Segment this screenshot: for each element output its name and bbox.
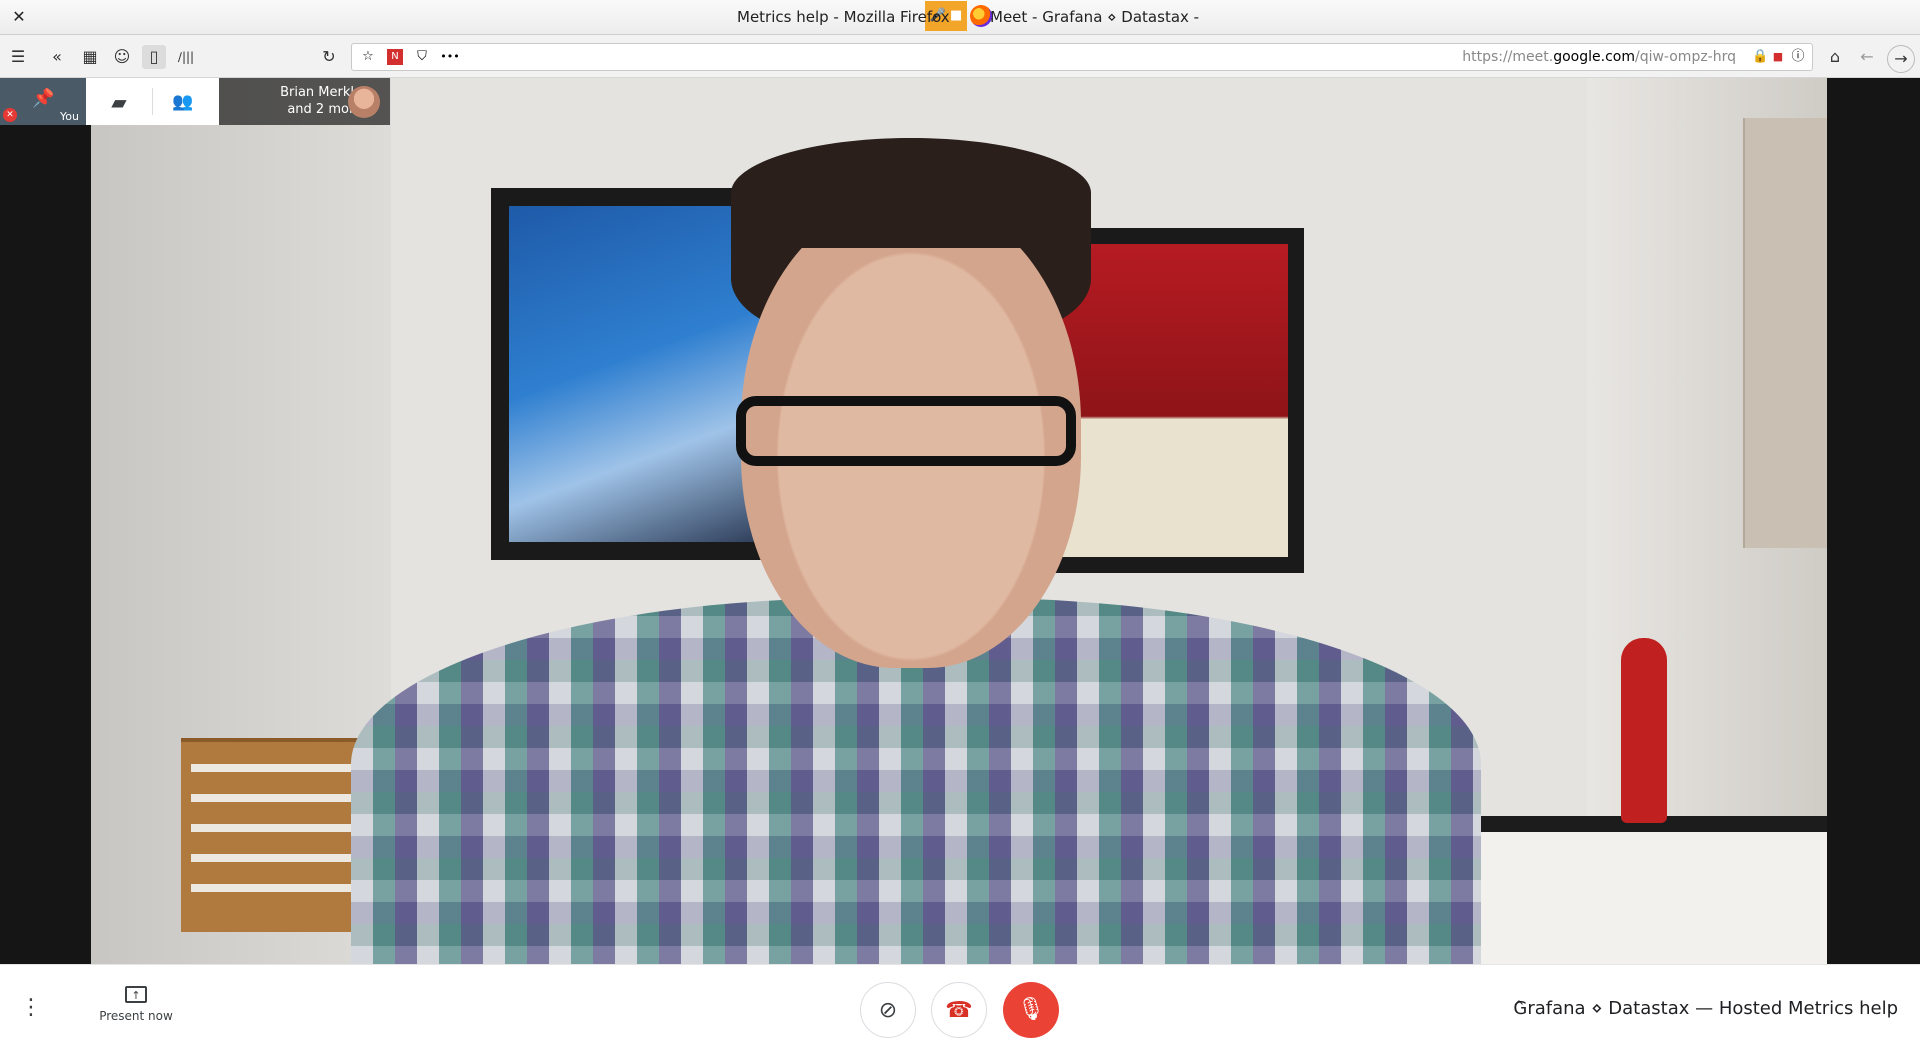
video-cabinet <box>1743 118 1827 548</box>
self-video-tile[interactable]: 📌 You ✕ <box>0 78 86 125</box>
video-fire-extinguisher <box>1621 638 1667 823</box>
panel-divider <box>152 88 153 115</box>
extension-face-icon[interactable]: ☺ <box>110 45 134 69</box>
window-titlebar: ✕ Meet - Grafana ⋄ Datastax - 🎤 ■ Metric… <box>0 0 1920 35</box>
pin-icon[interactable]: 📌 <box>32 88 54 109</box>
people-icon[interactable]: 👥 <box>169 88 197 116</box>
self-muted-icon: ✕ <box>3 108 17 122</box>
video-stage <box>0 78 1920 964</box>
url-scheme: https:// <box>1462 49 1513 65</box>
participant-primary: Brian Merkle <box>280 85 362 100</box>
url-text[interactable]: https://meet.google.com/qiw-ompz-hrq <box>1462 49 1736 65</box>
present-screen-icon: ↑ <box>125 986 147 1003</box>
pocket-icon[interactable]: ⛉ <box>414 49 430 65</box>
site-info-icon[interactable]: ⓘ <box>1790 49 1806 65</box>
forward-icon[interactable]: → <box>1887 45 1915 73</box>
reload-icon[interactable]: ↻ <box>317 45 341 69</box>
url-path: /qiw-ompz-hrq <box>1634 49 1736 65</box>
sidebar-toggle-icon[interactable]: ▯ <box>142 45 166 69</box>
url-subdomain: meet. <box>1512 49 1554 65</box>
participants-names: Brian Merkle and 2 more <box>259 84 362 118</box>
overflow-menu-icon[interactable]: « <box>45 45 69 69</box>
back-icon[interactable]: ← <box>1855 45 1879 69</box>
video-person-glasses <box>736 396 1076 466</box>
video-person-hair-top <box>731 138 1091 248</box>
main-video-feed <box>91 78 1827 964</box>
present-now-label: Present now <box>99 1009 173 1023</box>
firefox-logo-icon <box>970 5 992 27</box>
library-icon[interactable]: ∕||| <box>174 45 198 69</box>
chat-icon[interactable]: ▰ <box>105 88 133 116</box>
meet-bottom-bar: ⋮ ↑ Present now ⊘ ☎ 🎙 ^ Grafana ⋄ Datast… <box>0 964 1920 1053</box>
meeting-name[interactable]: Grafana ⋄ Datastax — Hosted Metrics help <box>1513 998 1898 1019</box>
page-actions-icon[interactable]: ••• <box>440 49 460 65</box>
hang-up-button[interactable]: ☎ <box>931 982 987 1038</box>
participant-more: and 2 more <box>287 102 362 117</box>
participant-avatar <box>348 86 380 118</box>
video-counter <box>1451 816 1827 964</box>
meet-panel-buttons: ▰ 👥 <box>86 78 219 125</box>
more-options-icon[interactable]: ⋮ <box>20 993 42 1023</box>
url-domain: google.com <box>1553 49 1635 65</box>
window-title: Meet - Grafana ⋄ Datastax - <box>990 8 1200 26</box>
close-window-icon[interactable]: ✕ <box>9 7 29 27</box>
extensions-icon[interactable]: ▦ <box>78 45 102 69</box>
hamburger-menu-icon[interactable]: ☰ <box>6 45 30 69</box>
home-icon[interactable]: ⌂ <box>1823 45 1847 69</box>
secure-lock-icon[interactable]: 🔒 <box>1752 49 1768 65</box>
present-now-button[interactable]: ↑ Present now <box>96 986 176 1032</box>
camera-permission-icon[interactable]: ■ <box>1770 49 1786 65</box>
bookmark-star-icon[interactable]: ☆ <box>360 49 376 65</box>
window-title-continued: Metrics help - Mozilla Firefox <box>737 8 950 26</box>
pdf-extension-icon[interactable]: N <box>387 49 403 65</box>
participants-chip[interactable]: Brian Merkle and 2 more <box>219 78 390 125</box>
self-label: You <box>60 110 79 123</box>
camera-off-button[interactable]: ⊘ <box>860 982 916 1038</box>
url-bar[interactable]: ☆ N ⛉ ••• https://meet.google.com/qiw-om… <box>351 43 1813 71</box>
mic-off-button[interactable]: 🎙 <box>1003 982 1059 1038</box>
